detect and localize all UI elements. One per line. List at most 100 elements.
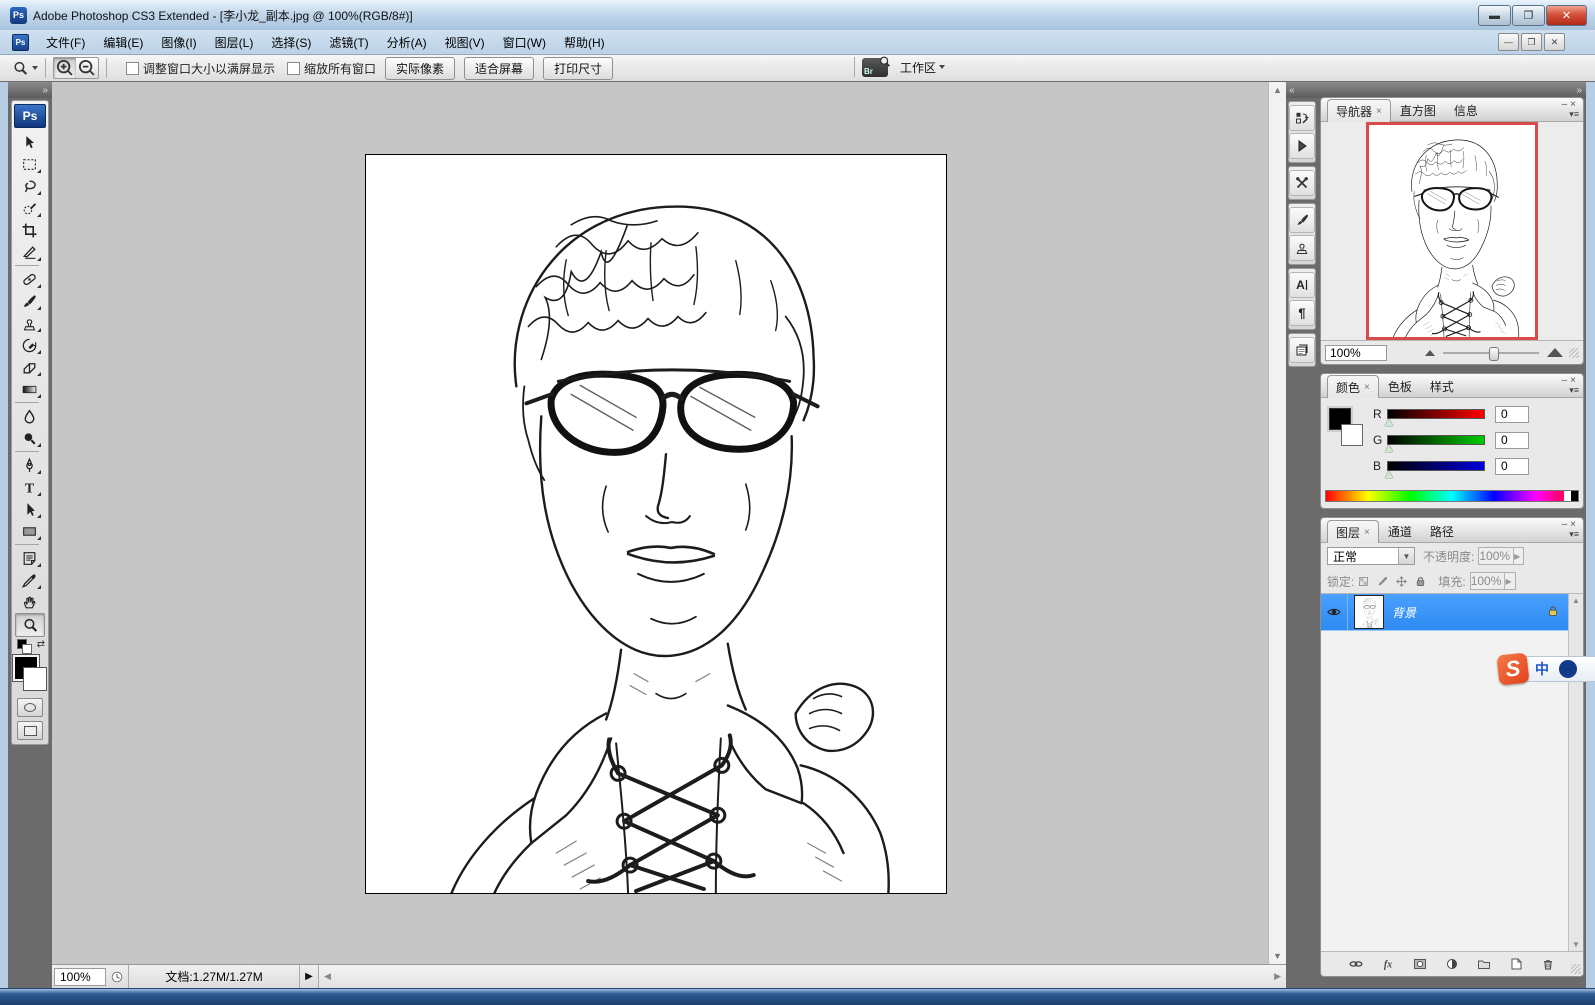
layer-name[interactable]: 背景 xyxy=(1392,604,1546,621)
tab-close-icon[interactable]: × xyxy=(1364,527,1370,538)
collapse-tools-button[interactable]: » xyxy=(8,82,52,98)
quick-selection-tool-button[interactable] xyxy=(15,197,43,219)
history-brush-tool-button[interactable] xyxy=(15,334,43,356)
panel-tab[interactable]: 直方图 xyxy=(1391,98,1445,121)
canvas-area[interactable] xyxy=(52,82,1268,964)
slider-thumb-icon[interactable] xyxy=(1385,445,1393,452)
ime-language-indicator[interactable]: 中 xyxy=(1535,659,1549,679)
panel-resize-grip[interactable] xyxy=(1569,348,1579,358)
brushes-panel-button[interactable] xyxy=(1289,207,1315,233)
crop-tool-button[interactable] xyxy=(15,219,43,241)
hand-tool-button[interactable] xyxy=(15,591,43,613)
menu-item[interactable]: 分析(A) xyxy=(378,31,436,54)
red-value-field[interactable]: 0 xyxy=(1495,406,1529,423)
blue-value-field[interactable]: 0 xyxy=(1495,458,1529,475)
menu-item[interactable]: 文件(F) xyxy=(37,31,94,54)
print-size-button[interactable]: 打印尺寸 xyxy=(543,57,613,80)
panel-menu-icon[interactable]: ▾≡ xyxy=(1569,109,1579,120)
zoom-in-slider-icon[interactable] xyxy=(1547,348,1563,357)
navigator-zoom-slider[interactable] xyxy=(1443,352,1539,354)
panel-tab[interactable]: 导航器× xyxy=(1327,99,1391,122)
new-layer-layer-button[interactable] xyxy=(1507,955,1525,973)
scroll-down-icon[interactable]: ▼ xyxy=(1569,940,1583,949)
group-layer-button[interactable] xyxy=(1475,955,1493,973)
menu-item[interactable]: 滤镜(T) xyxy=(320,31,377,54)
delete-layer-button[interactable] xyxy=(1539,955,1557,973)
menu-item[interactable]: 视图(V) xyxy=(436,31,494,54)
green-slider[interactable] xyxy=(1387,435,1485,445)
lock-transparency-button[interactable] xyxy=(1356,574,1371,588)
slider-thumb-icon[interactable] xyxy=(1385,471,1393,478)
scroll-up-icon[interactable]: ▲ xyxy=(1269,82,1286,98)
screen-mode-button[interactable] xyxy=(17,721,43,740)
close-button[interactable]: ✕ xyxy=(1546,5,1587,26)
sogou-logo-icon[interactable]: S xyxy=(1497,653,1530,686)
adjustment-layer-button[interactable] xyxy=(1443,955,1461,973)
status-popup-arrow[interactable]: ▶ xyxy=(300,971,318,982)
character-panel-button[interactable]: A xyxy=(1289,272,1315,298)
menu-item[interactable]: 选择(S) xyxy=(262,31,320,54)
spinner-arrow-icon[interactable]: ▶ xyxy=(1513,548,1523,564)
menu-item[interactable]: 图层(L) xyxy=(206,31,263,54)
tab-close-icon[interactable]: × xyxy=(1376,106,1382,117)
panel-tab[interactable]: 色板 xyxy=(1379,374,1421,397)
mask-layer-button[interactable] xyxy=(1411,955,1429,973)
blue-slider[interactable] xyxy=(1387,461,1485,471)
healing-brush-tool-button[interactable] xyxy=(15,268,43,290)
lock-image-button[interactable] xyxy=(1375,574,1390,588)
vertical-scrollbar[interactable]: ▲ ▼ xyxy=(1268,82,1286,964)
slider-thumb-icon[interactable] xyxy=(1385,419,1393,426)
scroll-up-icon[interactable]: ▲ xyxy=(1569,596,1583,605)
lock-position-button[interactable] xyxy=(1394,574,1409,588)
type-tool-button[interactable]: T xyxy=(15,476,43,498)
tab-close-icon[interactable]: × xyxy=(1364,382,1370,393)
menu-item[interactable]: 编辑(E) xyxy=(94,31,152,54)
tool-presets-panel-button[interactable] xyxy=(1289,170,1315,196)
layer-visibility-toggle[interactable] xyxy=(1321,594,1348,630)
horizontal-scrollbar[interactable]: ◀ ▶ xyxy=(318,965,1286,988)
opacity-field[interactable]: 100% ▶ xyxy=(1478,547,1524,565)
doc-minimize-button[interactable]: — xyxy=(1498,33,1519,51)
rectangular-marquee-tool-button[interactable] xyxy=(15,153,43,175)
layer-thumbnail[interactable] xyxy=(1354,595,1384,629)
quick-mask-button[interactable] xyxy=(17,698,43,717)
link-layer-button[interactable] xyxy=(1347,955,1365,973)
zoom-out-button[interactable] xyxy=(76,58,98,78)
zoom-tool-preset[interactable] xyxy=(12,60,38,77)
scroll-right-icon[interactable]: ▶ xyxy=(1269,971,1286,982)
doc-close-button[interactable]: ✕ xyxy=(1544,33,1565,51)
spinner-arrow-icon[interactable]: ▶ xyxy=(1504,573,1514,589)
panel-tab[interactable]: 颜色× xyxy=(1327,375,1379,398)
effects-layer-button[interactable]: fx xyxy=(1379,955,1397,973)
navigator-zoom-field[interactable]: 100% xyxy=(1325,345,1387,361)
swap-colors-icon[interactable]: ⇄ xyxy=(37,639,45,650)
fit-screen-button[interactable]: 适合屏幕 xyxy=(464,57,534,80)
minimize-button[interactable]: ▬ xyxy=(1478,5,1511,26)
shape-tool-button[interactable] xyxy=(15,520,43,542)
slider-thumb[interactable] xyxy=(1489,347,1499,361)
expand-dock-button[interactable]: « xyxy=(1286,82,1318,98)
clone-source-panel-button[interactable] xyxy=(1289,235,1315,261)
color-spectrum-ramp[interactable] xyxy=(1325,490,1579,502)
panel-tab[interactable]: 通道 xyxy=(1379,519,1421,542)
move-tool-button[interactable] xyxy=(15,131,43,153)
fill-field[interactable]: 100% ▶ xyxy=(1470,572,1516,590)
brush-tool-button[interactable] xyxy=(15,290,43,312)
zoom-out-slider-icon[interactable] xyxy=(1425,350,1435,356)
restore-button[interactable]: ❐ xyxy=(1512,5,1545,26)
dodge-tool-button[interactable] xyxy=(15,427,43,449)
zoom-in-button[interactable] xyxy=(54,58,76,78)
path-selection-tool-button[interactable] xyxy=(15,498,43,520)
bridge-button[interactable]: Br xyxy=(862,58,888,77)
actions-panel-button[interactable] xyxy=(1289,133,1315,159)
zoom-all-windows-checkbox[interactable]: 缩放所有窗口 xyxy=(287,60,376,77)
actual-pixels-button[interactable]: 实际像素 xyxy=(385,57,455,80)
panel-menu-icon[interactable]: ▾≡ xyxy=(1569,529,1579,540)
red-slider[interactable] xyxy=(1387,409,1485,419)
scroll-down-icon[interactable]: ▼ xyxy=(1269,948,1286,964)
panel-tab[interactable]: 信息 xyxy=(1445,98,1487,121)
document-image[interactable] xyxy=(365,154,947,894)
doc-restore-button[interactable]: ❐ xyxy=(1521,33,1542,51)
resize-windows-checkbox[interactable]: 调整窗口大小以满屏显示 xyxy=(126,60,275,77)
scroll-left-icon[interactable]: ◀ xyxy=(319,971,336,982)
